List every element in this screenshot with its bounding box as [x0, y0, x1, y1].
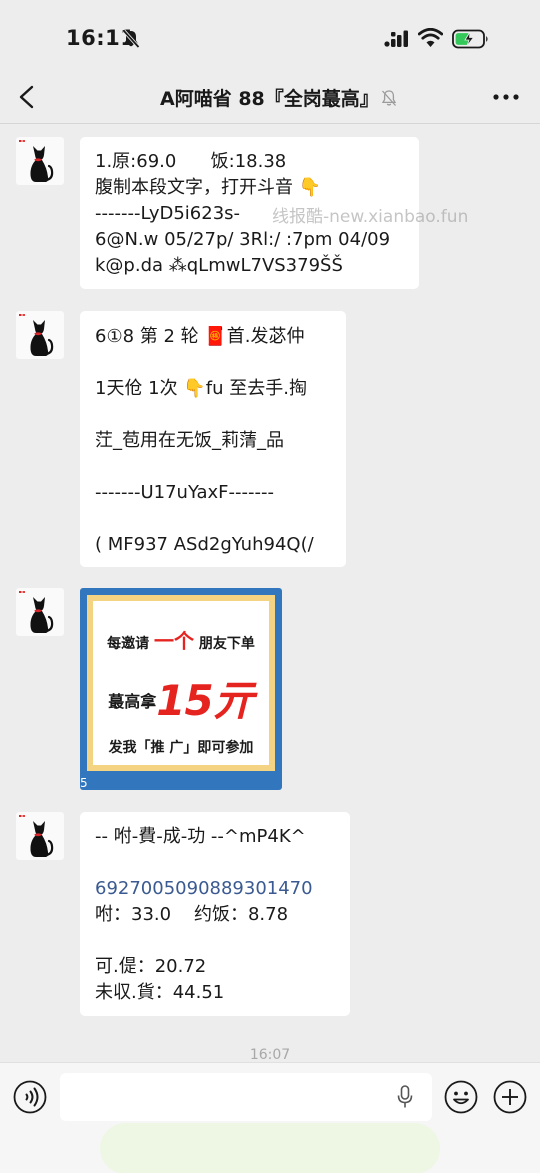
message-line: 6@N.w 05/27p/ 3Rl:/ :7pm 04/09 — [95, 229, 391, 250]
message-line: 咐：33.0 约饭：8.78 — [95, 904, 289, 925]
poster-text: 蕞高拿 — [108, 692, 157, 711]
poster-text: 每邀请 — [107, 636, 150, 652]
poster-headline: 每邀请 一个 朋友下单 — [93, 625, 269, 654]
message-line: ( MF937 ASd2gYuh94Q(/ — [95, 534, 314, 555]
message-line: 6①8 第 2 轮 🧧首.发苾仲 — [95, 326, 305, 347]
avatar[interactable] — [16, 311, 64, 359]
cat-avatar-icon — [19, 591, 54, 633]
promo-image[interactable]: 每邀请 一个 朋友下单 蕞高拿15亓 发我「推 广」即可参加 5 — [80, 588, 282, 790]
microphone-icon[interactable] — [397, 1085, 413, 1109]
avatar[interactable] — [16, 812, 64, 860]
more-dots-icon[interactable] — [492, 92, 520, 102]
chat-title: A阿喵省 88『全岗蕞高』 — [160, 88, 379, 110]
message-line: 1天伧 1次 👇fu 至去手.掏 — [95, 378, 307, 399]
input-bar — [0, 1062, 540, 1173]
wifi-icon — [418, 28, 443, 47]
message-bubble[interactable]: 6①8 第 2 轮 🧧首.发苾仲 1天伧 1次 👇fu 至去手.掏 茳_苞用在无… — [80, 311, 346, 567]
voice-icon[interactable] — [13, 1080, 47, 1114]
cat-avatar-icon — [19, 140, 54, 182]
poster-reward: 蕞高拿15亓 — [93, 667, 269, 728]
back-chevron-icon[interactable] — [16, 84, 38, 110]
message-input[interactable] — [60, 1073, 432, 1121]
message-line: 1.原:69.0 饭:18.38 — [95, 151, 287, 172]
emoji-face-icon[interactable] — [444, 1080, 478, 1114]
poster-card: 每邀请 一个 朋友下单 蕞高拿15亓 发我「推 广」即可参加 — [93, 601, 269, 765]
bell-slash-icon — [122, 29, 140, 49]
message-line: 茳_苞用在无饭_莉蔳_品 — [95, 430, 284, 451]
watermark: 线报酷-new.xianbao.fun — [272, 207, 469, 227]
poster-highlight: 一个 — [154, 629, 194, 653]
message-line: 可.偍：20.72 — [95, 956, 207, 977]
avatar[interactable] — [16, 588, 64, 636]
message-title: -- 咐-費-成-功 --^mP4K^ — [95, 826, 306, 847]
time-stamp: 16:07 — [249, 1047, 291, 1063]
muted-bell-icon — [381, 90, 397, 106]
message-line: 未収.貨：44.51 — [95, 982, 225, 1003]
home-indicator-area — [100, 1123, 440, 1173]
avatar[interactable] — [16, 137, 64, 185]
poster-text: 朋友下单 — [198, 636, 255, 652]
signal-icon — [384, 30, 408, 47]
chat-header: A阿喵省 88『全岗蕞高』 — [0, 70, 540, 124]
message-line: -------U17uYaxF------- — [95, 482, 274, 503]
message-bubble[interactable]: -- 咐-費-成-功 --^mP4K^ 6927005090889301470 … — [80, 812, 350, 1016]
cat-avatar-icon — [19, 314, 54, 356]
message-line: k@p.da ⁂qLmwL7VS379ŠŠ — [95, 255, 343, 276]
poster-frame: 每邀请 一个 朋友下单 蕞高拿15亓 发我「推 广」即可参加 — [87, 595, 275, 771]
order-number-link[interactable]: 6927005090889301470 — [95, 878, 313, 899]
message-line: 腹制本段文字，打开斗音 👇 — [95, 177, 322, 198]
poster-corner-number: 5 — [80, 776, 88, 790]
poster-footer: 发我「推 广」即可参加 — [108, 740, 254, 756]
message-line: -------LyD5i623s- — [95, 203, 241, 224]
poster-amount: 15亓 — [156, 676, 254, 725]
cat-avatar-icon — [19, 815, 54, 857]
status-bar: 16:11 — [0, 0, 540, 78]
plus-circle-icon[interactable] — [493, 1080, 527, 1114]
battery-charging-icon — [452, 29, 488, 49]
